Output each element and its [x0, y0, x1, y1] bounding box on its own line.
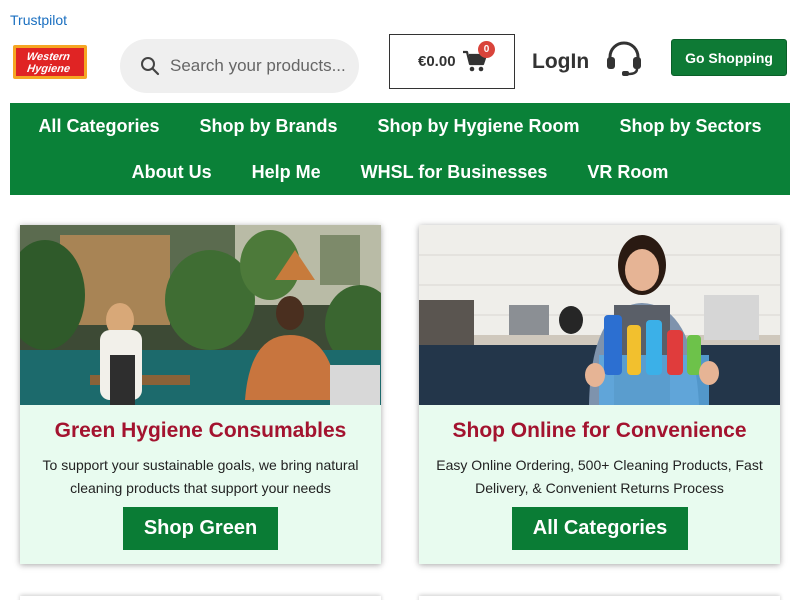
shop-green-button[interactable]: Shop Green — [123, 507, 278, 550]
nav-item-shop-by-sectors[interactable]: Shop by Sectors — [620, 116, 762, 137]
search-input[interactable] — [170, 56, 350, 76]
cleaner-photo — [419, 225, 780, 405]
nav-row-1: All Categories Shop by Brands Shop by Hy… — [10, 116, 790, 137]
nav-item-help-me[interactable]: Help Me — [252, 162, 321, 183]
nav-item-shop-by-hygiene-room[interactable]: Shop by Hygiene Room — [378, 116, 580, 137]
svg-text:Western: Western — [26, 51, 71, 63]
next-card-peek — [20, 596, 381, 600]
card-title: Shop Online for Convenience — [452, 419, 747, 442]
go-shopping-button[interactable]: Go Shopping — [671, 39, 787, 76]
nav-item-shop-by-brands[interactable]: Shop by Brands — [199, 116, 337, 137]
page: Trustpilot Western Hygiene €0.00 0 LogIn — [0, 0, 800, 600]
cart-button[interactable]: €0.00 0 — [389, 34, 515, 89]
card-description: Easy Online Ordering, 500+ Cleaning Prod… — [436, 457, 763, 496]
cafe-photo — [20, 225, 381, 405]
cart-total: €0.00 — [418, 53, 456, 70]
search-icon[interactable] — [140, 56, 160, 76]
promo-card-green: Green Hygiene Consumables To support you… — [20, 225, 381, 564]
nav-item-about-us[interactable]: About Us — [132, 162, 212, 183]
cart-count-badge: 0 — [478, 41, 495, 58]
western-hygiene-logo[interactable]: Western Hygiene — [13, 45, 87, 79]
card-title: Green Hygiene Consumables — [54, 419, 347, 442]
svg-text:Hygiene: Hygiene — [26, 63, 70, 75]
nav-row-2: About Us Help Me WHSL for Businesses VR … — [10, 162, 790, 183]
next-card-peek — [419, 596, 780, 600]
login-link[interactable]: LogIn — [532, 50, 589, 74]
nav-item-whsl-for-businesses[interactable]: WHSL for Businesses — [361, 162, 548, 183]
all-categories-button[interactable]: All Categories — [512, 507, 688, 550]
nav-item-vr-room[interactable]: VR Room — [587, 162, 668, 183]
main-nav: All Categories Shop by Brands Shop by Hy… — [10, 103, 790, 195]
card-description: To support your sustainable goals, we br… — [42, 457, 359, 496]
promo-card-online: Shop Online for Convenience Easy Online … — [419, 225, 780, 564]
headset-icon[interactable] — [604, 39, 644, 84]
nav-item-all-categories[interactable]: All Categories — [38, 116, 159, 137]
search-bar[interactable] — [120, 39, 359, 93]
trustpilot-link[interactable]: Trustpilot — [10, 12, 67, 28]
